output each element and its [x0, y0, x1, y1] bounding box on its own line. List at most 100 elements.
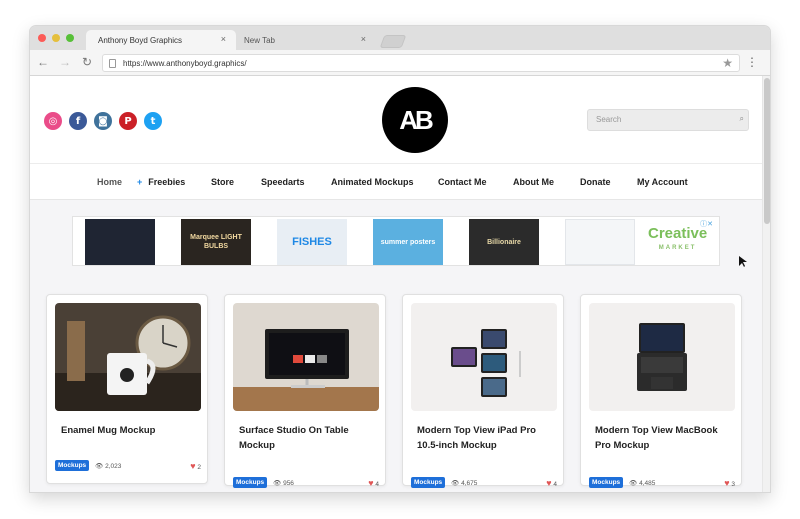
card-ipad-pro[interactable]: Modern Top View iPad Pro 10.5-inch Mocku… [402, 294, 564, 489]
views-value: 2,023 [105, 463, 122, 470]
nav-donate[interactable]: Donate [580, 177, 611, 187]
facebook-icon[interactable]: f [69, 112, 87, 130]
card-enamel-mug[interactable]: Enamel Mug Mockup Mockups 👁 2,023 ♥ 2 [46, 294, 208, 484]
dribbble-icon[interactable]: ◎ [44, 112, 62, 130]
card-image[interactable] [589, 303, 735, 411]
scroll-thumb[interactable] [764, 78, 770, 224]
views-value: 4,675 [461, 480, 478, 487]
window-controls [38, 34, 74, 42]
card-meta: Mockups 👁 4,675 ♥ 4 [411, 477, 557, 489]
creative-market-logo[interactable]: Creative MARKET [648, 226, 707, 255]
ad-thumb[interactable]: FISHES [277, 219, 347, 265]
instagram-icon[interactable]: ◙ [94, 112, 112, 130]
ad-banner[interactable]: Marquee LIGHT BULBS FISHES summer poster… [72, 216, 720, 266]
search-input[interactable]: Search ⌕ [587, 109, 749, 131]
eye-icon: 👁 [629, 480, 638, 487]
tab-label: Anthony Boyd Graphics [98, 36, 183, 45]
reload-icon[interactable]: ↻ [80, 55, 94, 69]
bookmark-star-icon[interactable]: ★ [722, 56, 733, 70]
tab-new-tab[interactable]: New Tab × [232, 30, 376, 50]
page-scrollbar[interactable] [762, 76, 770, 492]
view-count: 👁 4,485 [629, 479, 655, 487]
like-button[interactable]: ♥ 4 [368, 478, 379, 488]
maximize-window-button[interactable] [66, 34, 74, 42]
nav-store[interactable]: Store [211, 177, 234, 187]
view-count: 👁 956 [273, 479, 294, 487]
category-badge[interactable]: Mockups [589, 477, 624, 488]
card-title[interactable]: Modern Top View iPad Pro 10.5-inch Mocku… [417, 423, 553, 453]
browser-toolbar: ← → ↻ https://www.anthonyboyd.graphics/ … [30, 50, 770, 76]
surface-studio-image [233, 303, 379, 411]
page-viewport: ◎ f ◙ P t AB Search ⌕ Home + Freebies Sto… [30, 76, 770, 492]
view-count: 👁 4,675 [451, 479, 477, 487]
ad-info-icon[interactable]: ⓘ✕ [700, 219, 713, 229]
like-button[interactable]: ♥ 4 [546, 478, 557, 488]
heart-icon: ♥ [724, 478, 730, 488]
browser-menu-icon[interactable]: ⋮ [746, 55, 758, 69]
views-value: 4,485 [639, 480, 656, 487]
minimize-window-button[interactable] [52, 34, 60, 42]
card-image[interactable] [55, 303, 201, 411]
ad-thumb[interactable]: summer posters [373, 219, 443, 265]
address-bar[interactable]: https://www.anthonyboyd.graphics/ ★ [102, 54, 740, 72]
close-window-button[interactable] [38, 34, 46, 42]
tab-strip: Anthony Boyd Graphics × New Tab × [30, 26, 770, 50]
ad-thumb[interactable] [565, 219, 635, 265]
eye-icon: 👁 [451, 480, 460, 487]
card-title[interactable]: Modern Top View MacBook Pro Mockup [595, 423, 731, 453]
search-placeholder: Search [596, 115, 622, 124]
category-badge[interactable]: Mockups [411, 477, 446, 488]
macbook-mockup-image [589, 303, 735, 411]
back-icon[interactable]: ← [36, 55, 50, 69]
like-button[interactable]: ♥ 3 [724, 478, 735, 488]
mug-mockup-image [55, 303, 201, 411]
eye-icon: 👁 [95, 463, 104, 470]
mouse-cursor-icon [739, 256, 747, 271]
card-title[interactable]: Enamel Mug Mockup [61, 423, 197, 438]
url-text: https://www.anthonyboyd.graphics/ [123, 59, 247, 68]
close-tab-icon[interactable]: × [361, 34, 366, 44]
likes-value: 2 [197, 464, 201, 471]
tab-anthony-boyd[interactable]: Anthony Boyd Graphics × [86, 30, 236, 50]
forward-icon[interactable]: → [58, 55, 72, 69]
views-value: 956 [283, 480, 294, 487]
plus-icon: + [137, 177, 143, 187]
main-nav: Home + Freebies Store Speedarts Animated … [30, 164, 762, 200]
card-macbook-pro[interactable]: Modern Top View MacBook Pro Mockup Mocku… [580, 294, 742, 489]
site-logo[interactable]: AB [382, 87, 448, 153]
site-header: ◎ f ◙ P t AB Search ⌕ [30, 76, 762, 164]
card-image[interactable] [233, 303, 379, 411]
view-count: 👁 2,023 [95, 462, 121, 470]
heart-icon: ♥ [368, 478, 374, 488]
nav-home[interactable]: Home [97, 177, 122, 187]
category-badge[interactable]: Mockups [233, 477, 268, 488]
card-title[interactable]: Surface Studio On Table Mockup [239, 423, 375, 453]
pinterest-icon[interactable]: P [119, 112, 137, 130]
category-badge[interactable]: Mockups [55, 460, 90, 471]
ad-thumb[interactable] [85, 219, 155, 265]
nav-animated-mockups[interactable]: Animated Mockups [331, 177, 414, 187]
close-tab-icon[interactable]: × [221, 34, 226, 44]
twitter-icon[interactable]: t [144, 112, 162, 130]
nav-my-account[interactable]: My Account [637, 177, 688, 187]
like-button[interactable]: ♥ 2 [190, 461, 201, 471]
heart-icon: ♥ [190, 461, 196, 471]
nav-speedarts[interactable]: Speedarts [261, 177, 305, 187]
card-meta: Mockups 👁 2,023 ♥ 2 [55, 460, 201, 472]
nav-about-me[interactable]: About Me [513, 177, 554, 187]
card-surface-studio[interactable]: Surface Studio On Table Mockup Mockups 👁… [224, 294, 386, 488]
ad-thumb[interactable]: Billionaire [469, 219, 539, 265]
social-links: ◎ f ◙ P t [44, 112, 162, 130]
ad-thumb[interactable]: Marquee LIGHT BULBS [181, 219, 251, 265]
card-meta: Mockups 👁 4,485 ♥ 3 [589, 477, 735, 489]
search-icon[interactable]: ⌕ [740, 114, 744, 124]
new-tab-button[interactable] [379, 35, 407, 48]
card-image[interactable] [411, 303, 557, 411]
browser-window: Anthony Boyd Graphics × New Tab × ← → ↻ … [30, 26, 770, 492]
nav-freebies[interactable]: + Freebies [137, 177, 185, 187]
nav-freebies-label: Freebies [148, 177, 186, 187]
screen: Anthony Boyd Graphics × New Tab × ← → ↻ … [0, 0, 800, 519]
logo-text: AB [399, 104, 434, 135]
nav-contact-me[interactable]: Contact Me [438, 177, 487, 187]
heart-icon: ♥ [546, 478, 552, 488]
